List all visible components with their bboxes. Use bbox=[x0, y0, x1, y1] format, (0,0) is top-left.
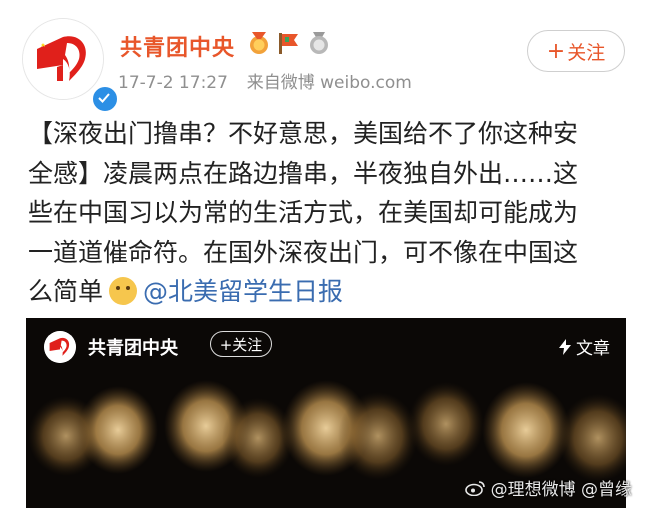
watermark-text: @理想微博 @曾缘 bbox=[490, 480, 632, 500]
plus-icon: + bbox=[546, 38, 566, 64]
post-source-prefix: 来自 bbox=[246, 73, 281, 93]
thinking-emoji-icon bbox=[109, 277, 138, 305]
post-text-line-last: 么简单 @北美留学生日报 bbox=[28, 272, 628, 312]
post-text-line: 些在中国习以为常的生活方式，在美国却可能成为 bbox=[28, 198, 579, 227]
post-text-line: 【深夜出门撸串？不好意思，美国给不了你这种安 bbox=[28, 119, 579, 148]
watermark: @理想微博 @曾缘 bbox=[464, 475, 632, 500]
verified-badge-icon bbox=[91, 85, 119, 113]
author-avatar[interactable] bbox=[22, 18, 119, 113]
author-name[interactable]: 共青团中央 bbox=[120, 30, 235, 62]
weibo-logo-icon bbox=[464, 480, 485, 496]
card-author-name[interactable]: 共青团中央 bbox=[88, 334, 178, 360]
youth-league-logo-icon bbox=[44, 331, 76, 363]
card-type-label: 文章 bbox=[558, 334, 610, 359]
card-author-avatar[interactable] bbox=[44, 331, 76, 363]
flag-icon bbox=[279, 33, 298, 54]
post-body: 【深夜出门撸串？不好意思，美国给不了你这种安 全感】凌晨两点在路边撸串，半夜独自… bbox=[28, 114, 628, 312]
post-meta: 17-7-2 17:27 来自微博 weibo.com bbox=[118, 68, 412, 93]
post-text-line: 一道道催命符。在国外深夜出门，可不像在中国这 bbox=[28, 237, 579, 267]
follow-label: 关注 bbox=[567, 41, 606, 64]
lightning-icon bbox=[559, 338, 571, 355]
card-follow-button[interactable]: +关注 bbox=[210, 331, 272, 357]
post-text-line: 全感】凌晨两点在路边撸串，半夜独自外出……这 bbox=[28, 158, 579, 188]
silver-medal-icon bbox=[310, 32, 328, 54]
medal-icon bbox=[250, 32, 268, 54]
youth-league-logo-icon bbox=[23, 19, 103, 99]
post-text-tail: 么简单 bbox=[28, 277, 104, 306]
mention-link[interactable]: @北美留学生日报 bbox=[143, 277, 343, 306]
post-timestamp: 17-7-2 17:27 bbox=[118, 73, 228, 93]
follow-button[interactable]: + 关注 bbox=[527, 30, 625, 72]
card-type-text: 文章 bbox=[576, 339, 610, 359]
post-source[interactable]: 微博 weibo.com bbox=[281, 73, 412, 93]
